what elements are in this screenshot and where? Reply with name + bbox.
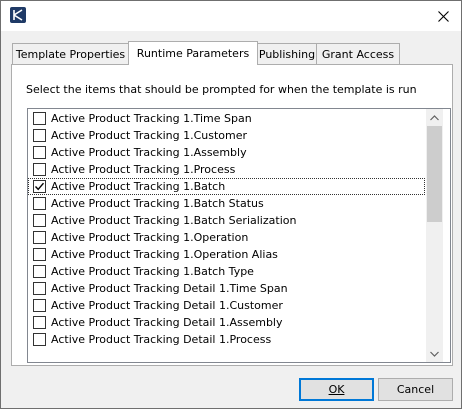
chevron-down-icon bbox=[430, 351, 439, 357]
scrollbar-thumb[interactable] bbox=[427, 126, 442, 222]
tab-label: Template Properties bbox=[15, 47, 126, 61]
item-label: Active Product Tracking 1.Batch Serializ… bbox=[51, 214, 297, 227]
tab-template-properties[interactable]: Template Properties bbox=[12, 43, 129, 64]
checklist-item[interactable]: Active Product Tracking 1.Batch Serializ… bbox=[28, 212, 425, 229]
item-checkbox[interactable] bbox=[33, 197, 46, 210]
instruction-text: Select the items that should be prompted… bbox=[26, 83, 417, 96]
item-label: Active Product Tracking 1.Batch Type bbox=[51, 265, 254, 278]
item-checkbox[interactable] bbox=[33, 299, 46, 312]
tab-publishing[interactable]: Publishing bbox=[257, 43, 317, 64]
checklist-item[interactable]: Active Product Tracking Detail 1.Assembl… bbox=[28, 314, 425, 331]
checkmark-icon bbox=[34, 182, 45, 191]
checklist-item[interactable]: Active Product Tracking 1.Batch Type bbox=[28, 263, 425, 280]
checklist-item[interactable]: Active Product Tracking 1.Batch bbox=[28, 178, 425, 195]
checklist-item[interactable]: Active Product Tracking 1.Operation Alia… bbox=[28, 246, 425, 263]
vertical-scrollbar[interactable] bbox=[426, 109, 443, 362]
checklist-item[interactable]: Active Product Tracking 1.Operation bbox=[28, 229, 425, 246]
item-checkbox[interactable] bbox=[33, 248, 46, 261]
parameter-checklist[interactable]: Active Product Tracking 1.Time Span Activ… bbox=[27, 108, 451, 363]
scroll-up-button[interactable] bbox=[426, 109, 443, 126]
item-label: Active Product Tracking Detail 1.Assembl… bbox=[51, 316, 283, 329]
checklist-item[interactable]: Active Product Tracking Detail 1.Process bbox=[28, 331, 425, 348]
checklist-item[interactable]: Active Product Tracking 1.Assembly bbox=[28, 144, 425, 161]
checklist-item[interactable]: Active Product Tracking Detail 1.Custome… bbox=[28, 297, 425, 314]
checklist-item[interactable]: Active Product Tracking 1.Process bbox=[28, 161, 425, 178]
item-checkbox[interactable] bbox=[33, 265, 46, 278]
tab-runtime-parameters[interactable]: Runtime Parameters bbox=[128, 41, 258, 65]
item-label: Active Product Tracking 1.Batch bbox=[51, 180, 226, 193]
tab-label: Publishing bbox=[258, 47, 316, 61]
item-checkbox[interactable] bbox=[33, 112, 46, 125]
cancel-button[interactable]: Cancel bbox=[378, 378, 453, 401]
chevron-up-icon bbox=[430, 114, 439, 120]
item-checkbox[interactable] bbox=[33, 180, 46, 193]
item-label: Active Product Tracking Detail 1.Process bbox=[51, 333, 272, 346]
ok-button[interactable]: OK bbox=[299, 378, 374, 401]
item-label: Active Product Tracking Detail 1.Custome… bbox=[51, 299, 283, 312]
app-logo-icon bbox=[10, 7, 26, 23]
item-checkbox[interactable] bbox=[33, 146, 46, 159]
checklist-item[interactable]: Active Product Tracking 1.Customer bbox=[28, 127, 425, 144]
item-label: Active Product Tracking 1.Operation Alia… bbox=[51, 248, 278, 261]
tab-strip: Template Properties Runtime Parameters P… bbox=[12, 41, 452, 65]
item-checkbox[interactable] bbox=[33, 333, 46, 346]
item-label: Active Product Tracking 1.Operation bbox=[51, 231, 249, 244]
checklist-item[interactable]: Active Product Tracking 1.Time Span bbox=[28, 110, 425, 127]
item-label: Active Product Tracking 1.Time Span bbox=[51, 112, 252, 125]
item-checkbox[interactable] bbox=[33, 282, 46, 295]
item-label: Active Product Tracking 1.Customer bbox=[51, 129, 248, 142]
scroll-down-button[interactable] bbox=[426, 345, 443, 362]
tab-label: Grant Access bbox=[321, 47, 395, 61]
dialog-window: Template Properties Runtime Parameters P… bbox=[0, 0, 462, 409]
title-bar bbox=[1, 1, 461, 31]
tab-grant-access[interactable]: Grant Access bbox=[316, 43, 400, 64]
item-checkbox[interactable] bbox=[33, 214, 46, 227]
item-label: Active Product Tracking 1.Assembly bbox=[51, 146, 247, 159]
close-icon bbox=[437, 10, 449, 22]
cancel-button-label: Cancel bbox=[396, 383, 435, 396]
item-label: Active Product Tracking 1.Process bbox=[51, 163, 236, 176]
item-label: Active Product Tracking 1.Batch Status bbox=[51, 197, 264, 210]
item-checkbox[interactable] bbox=[33, 163, 46, 176]
item-checkbox[interactable] bbox=[33, 231, 46, 244]
checklist-items: Active Product Tracking 1.Time Span Activ… bbox=[28, 110, 425, 348]
close-button[interactable] bbox=[426, 4, 460, 28]
checklist-item[interactable]: Active Product Tracking 1.Batch Status bbox=[28, 195, 425, 212]
tab-label: Runtime Parameters bbox=[136, 47, 250, 60]
item-label: Active Product Tracking Detail 1.Time Sp… bbox=[51, 282, 288, 295]
item-checkbox[interactable] bbox=[33, 129, 46, 142]
runtime-parameters-panel: Select the items that should be prompted… bbox=[11, 64, 453, 366]
item-checkbox[interactable] bbox=[33, 316, 46, 329]
ok-button-label: OK bbox=[328, 383, 345, 396]
checklist-item[interactable]: Active Product Tracking Detail 1.Time Sp… bbox=[28, 280, 425, 297]
